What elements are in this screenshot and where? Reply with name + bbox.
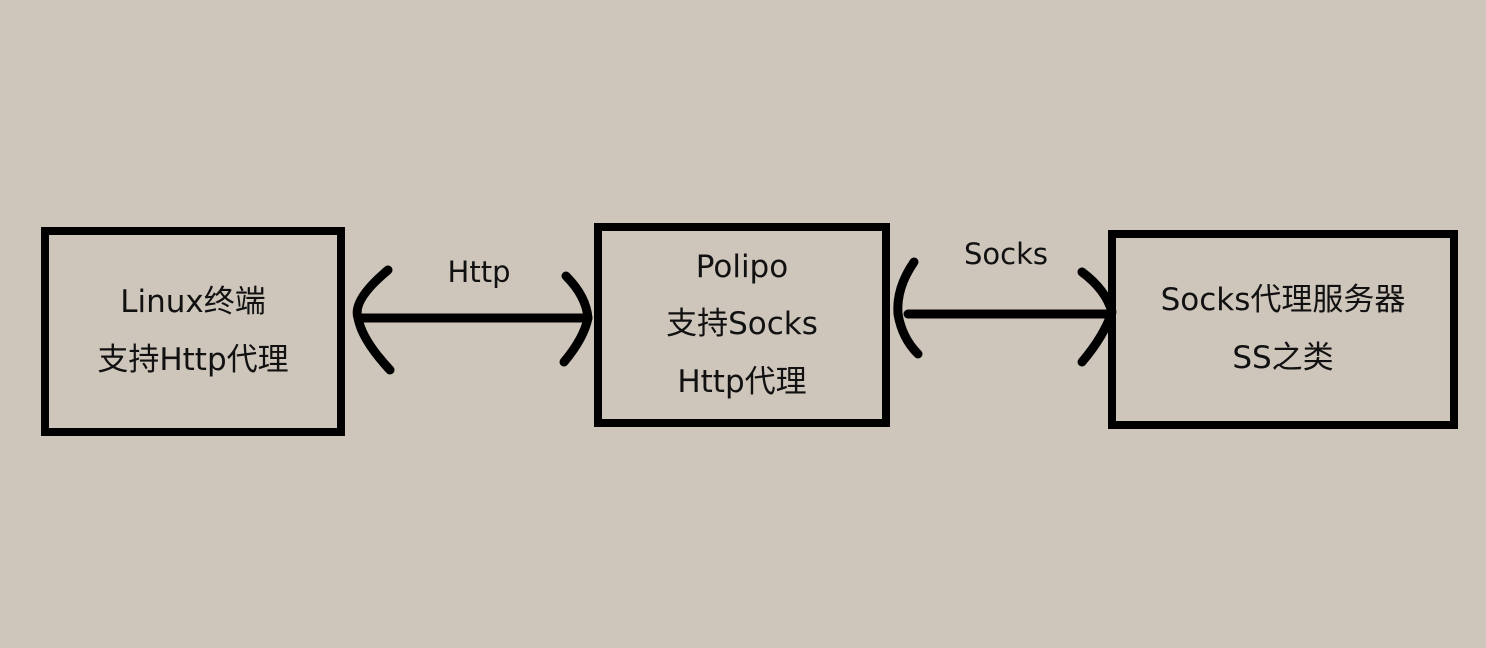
node-polipo-line-3: Http代理 (677, 363, 807, 400)
node-polipo-line-2: 支持Socks (666, 306, 818, 343)
node-linux-terminal: Linux终端 支持Http代理 (41, 227, 345, 436)
node-socks-server: Socks代理服务器 SS之类 (1108, 230, 1458, 429)
node-socks-server-line-1: Socks代理服务器 (1160, 282, 1406, 319)
node-polipo: Polipo 支持Socks Http代理 (594, 223, 890, 427)
edge-label-http: Http (447, 255, 511, 289)
edge-socks-head-left (893, 257, 923, 359)
node-linux-line-2: 支持Http代理 (97, 341, 289, 378)
node-polipo-line-1: Polipo (695, 248, 789, 285)
node-socks-server-line-2: SS之类 (1232, 339, 1334, 376)
node-linux-line-1: Linux终端 (120, 284, 266, 321)
edge-label-socks: Socks (964, 237, 1048, 271)
proxy-chain-diagram: Linux终端 支持Http代理 Polipo 支持Socks Http代理 S… (0, 0, 1486, 648)
edge-socks-arrow (893, 257, 1117, 367)
